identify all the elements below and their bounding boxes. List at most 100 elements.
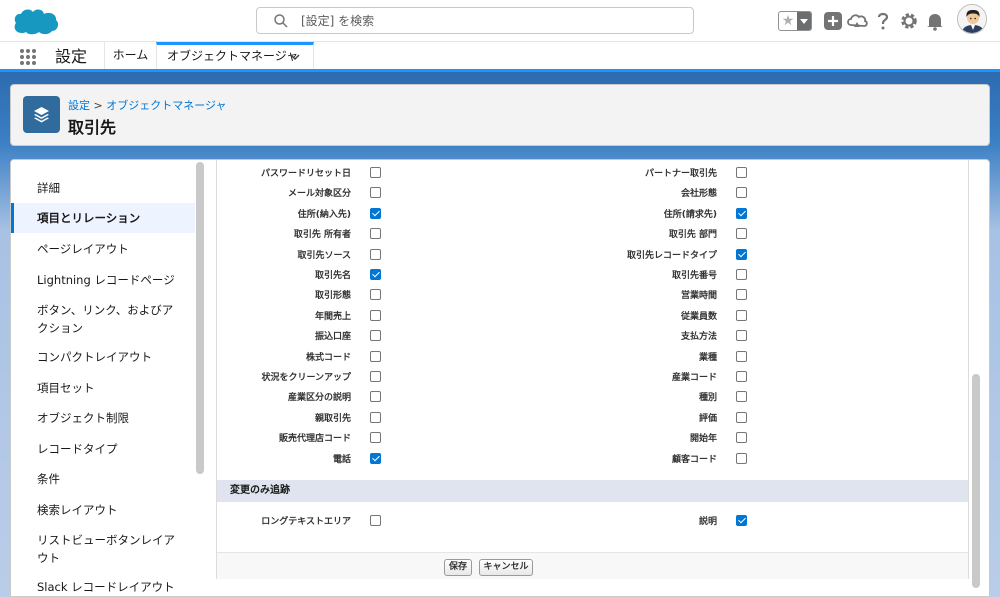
cancel-button[interactable]: キャンセル [479, 559, 533, 576]
field-label: 状況をクリーンアップ [261, 373, 351, 383]
sidebar-item-buttons-links-actions[interactable]: ボタン、リンク、およびアクション [11, 301, 195, 337]
field-tracking-grid: パスワードリセット日 メール対象区分 住所(納入先) 取引先 所有者 取引先ソース 取引先… [217, 160, 968, 480]
field-label: 種別 [698, 393, 717, 404]
track-checkbox[interactable] [370, 330, 381, 342]
global-header: ★ [0, 0, 1000, 42]
sidebar-scrollbar[interactable] [196, 162, 204, 474]
track-checkbox[interactable] [370, 269, 381, 280]
salesforce-logo-icon[interactable] [12, 7, 60, 35]
field-label: 説明 [698, 517, 717, 527]
field-label: 会社形態 [680, 189, 717, 200]
tab-object-manager-label: オブジェクトマネージャ [167, 49, 299, 63]
track-checkbox[interactable] [736, 371, 747, 382]
track-checkbox[interactable] [736, 207, 747, 219]
field-label: 取引先レコードタイプ [626, 250, 717, 261]
track-checkbox[interactable] [370, 187, 381, 199]
track-checkbox[interactable] [736, 432, 747, 444]
main-scrollbar[interactable] [972, 374, 980, 588]
field-label: メール対象区分 [287, 189, 351, 200]
sidebar-item-field-sets[interactable]: 項目セット [11, 379, 195, 397]
search-input[interactable] [301, 11, 681, 31]
layers-icon [34, 107, 49, 123]
sidebar-item-details[interactable]: 詳細 [11, 179, 195, 197]
favorites-toggle[interactable]: ★ [778, 11, 812, 31]
field-label: 顧客コード [671, 454, 717, 465]
global-search[interactable] [256, 7, 694, 34]
sidebar-item-object-limits[interactable]: オブジェクト制限 [11, 409, 195, 427]
track-checkbox[interactable] [370, 391, 381, 403]
track-checkbox[interactable] [736, 248, 747, 260]
breadcrumb-object-manager-link[interactable]: オブジェクトマネージャ [106, 99, 226, 112]
track-checkbox[interactable] [736, 269, 747, 280]
field-label: 住所(請求先) [663, 209, 717, 220]
track-checkbox[interactable] [736, 350, 747, 362]
sidebar-item-record-types[interactable]: レコードタイプ [11, 440, 195, 458]
field-history-content: パスワードリセット日 メール対象区分 住所(納入先) 取引先 所有者 取引先ソース 取引先… [216, 160, 969, 579]
field-label: 電話 [332, 454, 351, 465]
breadcrumb-setup-link[interactable]: 設定 [68, 99, 90, 112]
field-label: 産業区分の説明 [287, 393, 351, 404]
app-launcher-icon[interactable] [19, 48, 37, 66]
track-checkbox[interactable] [370, 167, 381, 178]
sidebar-item-compact-layouts[interactable]: コンパクトレイアウト [11, 348, 195, 366]
track-checkbox[interactable] [736, 289, 747, 301]
object-icon [23, 96, 60, 133]
sidebar: 詳細 項目とリレーション ページレイアウト Lightning レコードページ … [11, 160, 195, 596]
field-label: 取引先名 [314, 271, 351, 281]
track-checkbox[interactable] [736, 167, 747, 178]
add-icon[interactable] [822, 10, 844, 32]
track-checkbox[interactable] [370, 248, 381, 260]
field-label: 営業時間 [680, 291, 717, 302]
bell-icon[interactable] [924, 10, 946, 32]
track-checkbox[interactable] [736, 309, 747, 321]
star-icon[interactable]: ★ [779, 12, 797, 30]
sidebar-item-list-view-button-layout[interactable]: リストビューボタンレイアウト [11, 531, 195, 567]
track-checkbox[interactable] [370, 432, 381, 444]
field-label: 取引先ソース [297, 250, 351, 261]
track-checkbox[interactable] [370, 289, 381, 301]
track-checkbox[interactable] [736, 411, 747, 423]
track-checkbox[interactable] [370, 371, 381, 382]
field-label: 取引先番号 [671, 271, 717, 281]
favorites-dropdown-icon[interactable] [797, 12, 811, 30]
help-icon[interactable] [872, 10, 894, 32]
track-checkbox[interactable] [370, 452, 381, 464]
sidebar-item-search-layouts[interactable]: 検索レイアウト [11, 501, 195, 519]
sidebar-item-conditions[interactable]: 条件 [11, 470, 195, 488]
track-checkbox[interactable] [370, 350, 381, 362]
save-button[interactable]: 保存 [444, 559, 472, 576]
field-label: 株式コード [305, 352, 351, 363]
field-label: 取引先 部門 [668, 230, 717, 241]
tab-home[interactable]: ホーム [104, 42, 156, 69]
trailhead-icon[interactable] [846, 10, 868, 32]
sidebar-item-fields-relationships[interactable]: 項目とリレーション [11, 203, 195, 233]
track-checkbox[interactable] [736, 330, 747, 342]
sidebar-item-lightning-record-pages[interactable]: Lightning レコードページ [11, 271, 195, 289]
sidebar-item-page-layouts[interactable]: ページレイアウト [11, 240, 195, 258]
app-navigation: 設定 ホーム オブジェクトマネージャ [0, 42, 1000, 72]
track-checkbox[interactable] [736, 452, 747, 464]
track-checkbox[interactable] [370, 207, 381, 219]
track-checkbox[interactable] [370, 515, 381, 526]
sidebar-item-slack-record-layout[interactable]: Slack レコードレイアウト [11, 578, 195, 596]
field-label: 評価 [698, 413, 717, 424]
track-checkbox[interactable] [736, 187, 747, 199]
track-checkbox[interactable] [736, 391, 747, 403]
field-label: 取引先 所有者 [293, 230, 351, 241]
track-checkbox[interactable] [736, 515, 747, 526]
breadcrumb-separator: > [90, 99, 107, 112]
tab-object-manager[interactable]: オブジェクトマネージャ [156, 42, 314, 69]
field-label: 産業コード [671, 373, 717, 383]
track-checkbox[interactable] [370, 228, 381, 240]
track-checkbox[interactable] [370, 411, 381, 423]
field-label: ロングテキストエリア [261, 517, 351, 527]
user-avatar-icon [958, 5, 986, 33]
gear-icon[interactable] [898, 10, 920, 32]
chevron-down-icon[interactable] [289, 51, 301, 63]
track-checkbox[interactable] [736, 228, 747, 240]
main-panel: 詳細 項目とリレーション ページレイアウト Lightning レコードページ … [10, 159, 990, 597]
track-checkbox[interactable] [370, 309, 381, 321]
avatar[interactable] [957, 4, 987, 34]
field-label: 販売代理店コード [278, 434, 351, 445]
search-icon [274, 14, 288, 28]
